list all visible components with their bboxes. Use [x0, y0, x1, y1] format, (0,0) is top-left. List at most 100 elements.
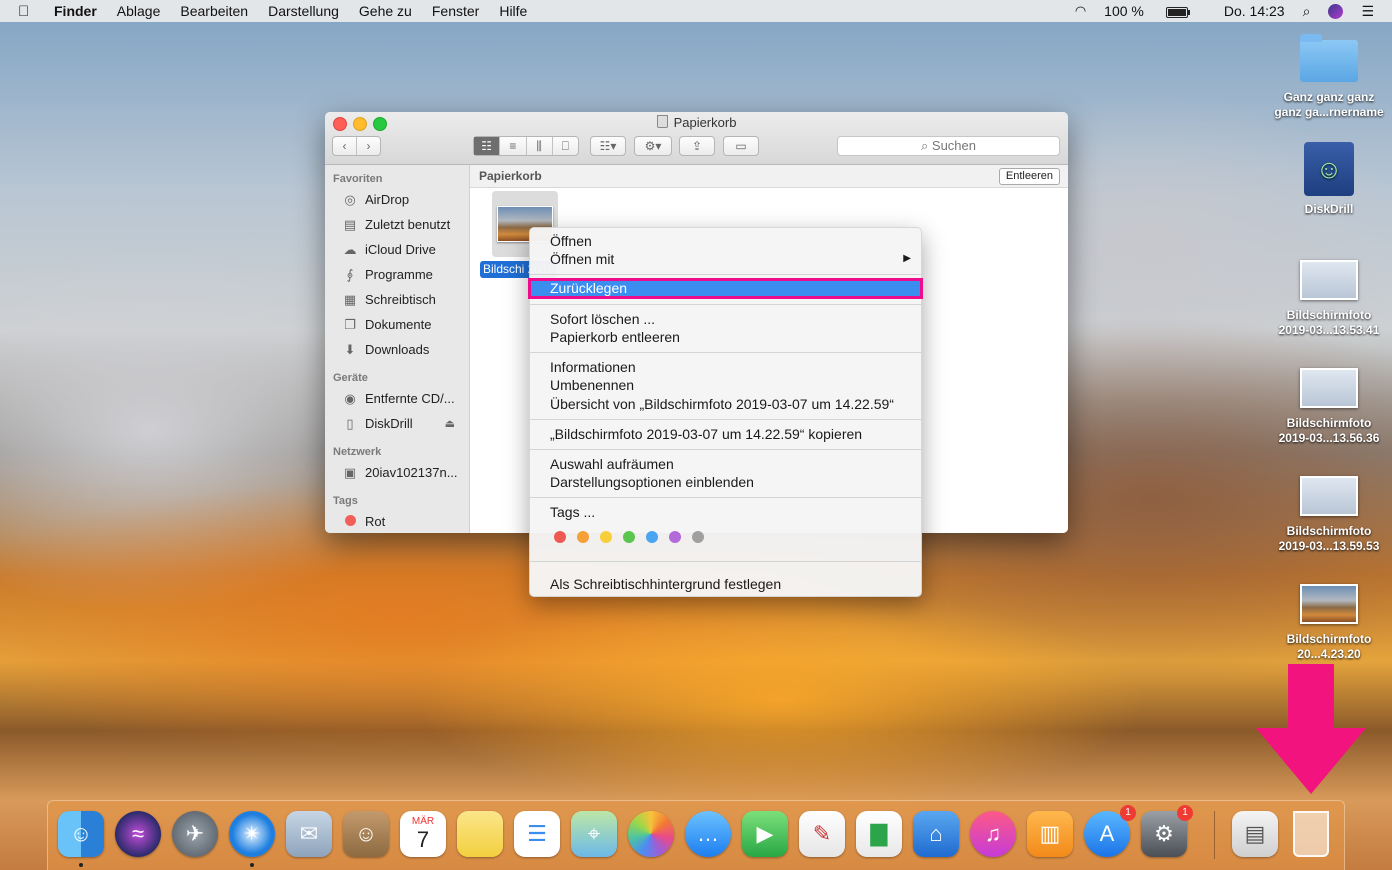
desktop-screenshot-4[interactable]: Bildschirmfoto 20...4.23.20 — [1274, 584, 1384, 662]
desktop-screenshot-1[interactable]: Bildschirmfoto 2019-03...13.53.41 — [1274, 260, 1384, 338]
forward-button[interactable]: › — [357, 137, 380, 155]
textedit-icon[interactable]: ✎ — [799, 811, 845, 857]
menu-gehe-zu[interactable]: Gehe zu — [359, 3, 412, 19]
safari-icon[interactable]: ✴ — [229, 811, 275, 857]
menu-item-quick-look[interactable]: Übersicht von „Bildschirmfoto 2019-03-07… — [550, 395, 911, 413]
desktop-icon: ▦ — [343, 291, 357, 307]
menu-item-tags[interactable]: Tags ... — [550, 503, 911, 521]
menu-ablage[interactable]: Ablage — [117, 3, 161, 19]
share-button[interactable]: ⇪ — [679, 136, 715, 156]
sidebar-item-programme[interactable]: ⨕ Programme — [325, 262, 469, 287]
trash-icon[interactable] — [1288, 811, 1334, 857]
menu-darstellung[interactable]: Darstellung — [268, 3, 339, 19]
menu-item-set-wallpaper[interactable]: Als Schreibtischhintergrund festlegen — [550, 575, 911, 593]
calendar-icon[interactable]: MÄR 7 — [400, 811, 446, 857]
menu-item-put-back[interactable]: Zurücklegen — [528, 278, 923, 299]
desktop-screenshot-2[interactable]: Bildschirmfoto 2019-03...13.56.36 — [1274, 368, 1384, 446]
reminders-icon[interactable]: ☰ — [514, 811, 560, 857]
battery-status[interactable]: 100 % — [1104, 3, 1206, 19]
desktop-diskdrill[interactable]: ☺ DiskDrill — [1274, 142, 1384, 217]
wifi-icon[interactable]: ◠ — [1075, 3, 1086, 19]
column-view-button[interactable]: ⫼ — [527, 137, 553, 155]
app-store-icon[interactable]: A1 — [1084, 805, 1136, 857]
maps-icon[interactable]: ⌖ — [571, 811, 617, 857]
mail-icon[interactable]: ✉ — [286, 811, 332, 857]
folder-icon — [1300, 34, 1358, 82]
menu-item-open[interactable]: Öffnen — [550, 232, 911, 250]
desktop-screenshot-3[interactable]: Bildschirmfoto 2019-03...13.59.53 — [1274, 476, 1384, 554]
menu-hilfe[interactable]: Hilfe — [499, 3, 527, 19]
tag-blue-dot[interactable] — [646, 531, 658, 543]
icon-view-button[interactable]: ☷ — [474, 137, 501, 155]
menu-item-copy[interactable]: „Bildschirmfoto 2019-03-07 um 14.22.59“ … — [550, 425, 911, 443]
launchpad-icon[interactable]: ✈ — [172, 811, 218, 857]
back-button[interactable]: ‹ — [333, 137, 357, 155]
menu-item-view-options[interactable]: Darstellungsoptionen einblenden — [550, 473, 911, 491]
desktop-folder[interactable]: Ganz ganz ganz ganz ga...rnername — [1274, 34, 1384, 120]
screenshot-thumbnail-icon — [1300, 584, 1358, 624]
tag-green-dot[interactable] — [623, 531, 635, 543]
search-input[interactable]: ⌕ Suchen — [837, 136, 1060, 156]
sidebar-item-label: Rot — [365, 514, 386, 529]
menu-fenster[interactable]: Fenster — [432, 3, 479, 19]
tag-yellow-dot[interactable] — [600, 531, 612, 543]
system-preferences-icon[interactable]: ⚙ 1 — [1141, 805, 1193, 857]
contacts-icon[interactable]: ☺ — [343, 811, 389, 857]
menu-item-rename[interactable]: Umbenennen — [550, 376, 911, 394]
sidebar-section-favorites: Favoriten — [333, 173, 383, 185]
keynote-icon[interactable]: ⌂ — [913, 811, 959, 857]
notification-center-icon[interactable]: ☰ — [1361, 3, 1374, 20]
downloads-stack-icon[interactable]: ▤ — [1232, 811, 1278, 857]
group-by-button[interactable]: ☷▾ — [590, 136, 626, 156]
sidebar-item-icloud[interactable]: ☁ iCloud Drive — [325, 237, 469, 262]
sidebar-item-dokumente[interactable]: ❐ Dokumente — [325, 312, 469, 337]
sidebar-item-airdrop[interactable]: ◎ AirDrop — [325, 187, 469, 212]
menu-item-delete-now[interactable]: Sofort löschen ... — [550, 310, 911, 328]
context-menu: Öffnen Öffnen mit ▶ Zurücklegen Sofort lö… — [528, 227, 923, 597]
menu-item-clean-up[interactable]: Auswahl aufräumen — [550, 455, 911, 473]
menu-item-open-with[interactable]: Öffnen mit ▶ — [550, 250, 911, 268]
gallery-view-button[interactable]: ⎕ — [553, 137, 578, 155]
document-icon: ❐ — [344, 316, 356, 332]
sidebar-item-label: Dokumente — [365, 317, 432, 332]
action-gear-button[interactable]: ⚙▾ — [634, 136, 672, 156]
siri-icon[interactable]: ≈ — [115, 811, 161, 857]
finder-icon[interactable]: ☺ — [58, 811, 104, 857]
sidebar-item-tag-red[interactable]: Rot — [325, 509, 469, 533]
numbers-icon[interactable]: ▇ — [856, 811, 902, 857]
books-icon[interactable]: ▥ — [1027, 811, 1073, 857]
sidebar-section-devices: Geräte — [333, 372, 368, 384]
sidebar-item-recent[interactable]: ▤ Zuletzt benutzt — [325, 212, 469, 237]
tag-purple-dot[interactable] — [669, 531, 681, 543]
facetime-icon[interactable]: ▶ — [742, 811, 788, 857]
messages-icon[interactable]: … — [685, 811, 731, 857]
spotlight-search-icon[interactable]: ⌕ — [1303, 3, 1311, 20]
menu-bar:  Finder Ablage Bearbeiten Darstellung G… — [0, 0, 1392, 22]
sidebar-item-schreibtisch[interactable]: ▦ Schreibtisch — [325, 287, 469, 312]
tag-gray-dot[interactable] — [692, 531, 704, 543]
clock[interactable]: Do. 14:23 — [1224, 3, 1285, 19]
tag-orange-dot[interactable] — [577, 531, 589, 543]
menu-finder[interactable]: Finder — [54, 3, 97, 19]
siri-icon[interactable] — [1328, 3, 1344, 19]
menu-item-empty-trash[interactable]: Papierkorb entleeren — [550, 328, 911, 346]
menu-separator — [530, 419, 921, 420]
sidebar-item-diskdrill[interactable]: ▯ DiskDrill ⏏ — [325, 411, 469, 436]
apple-menu-icon[interactable]:  — [18, 3, 36, 20]
tag-button[interactable]: ▭ — [723, 136, 759, 156]
battery-percent: 100 % — [1104, 3, 1144, 19]
photos-icon[interactable] — [628, 811, 674, 857]
empty-trash-button[interactable]: Entleeren — [998, 168, 1060, 185]
itunes-icon[interactable]: ♫ — [970, 811, 1016, 857]
tag-red-dot[interactable] — [554, 531, 566, 543]
sidebar-item-label: AirDrop — [365, 192, 410, 207]
sidebar-item-network-computer[interactable]: ▣ 20iav102137n... — [325, 460, 469, 485]
sidebar-item-downloads[interactable]: ⬇ Downloads — [325, 337, 469, 362]
sidebar-item-remote-cd[interactable]: ◉ Entfernte CD/... — [325, 386, 469, 411]
cd-icon: ◉ — [344, 390, 356, 406]
menu-bearbeiten[interactable]: Bearbeiten — [180, 3, 248, 19]
list-view-button[interactable]: ≡ — [500, 137, 527, 155]
eject-icon[interactable]: ⏏ — [445, 417, 455, 430]
menu-item-info[interactable]: Informationen — [550, 358, 911, 376]
notes-icon[interactable] — [457, 811, 503, 857]
